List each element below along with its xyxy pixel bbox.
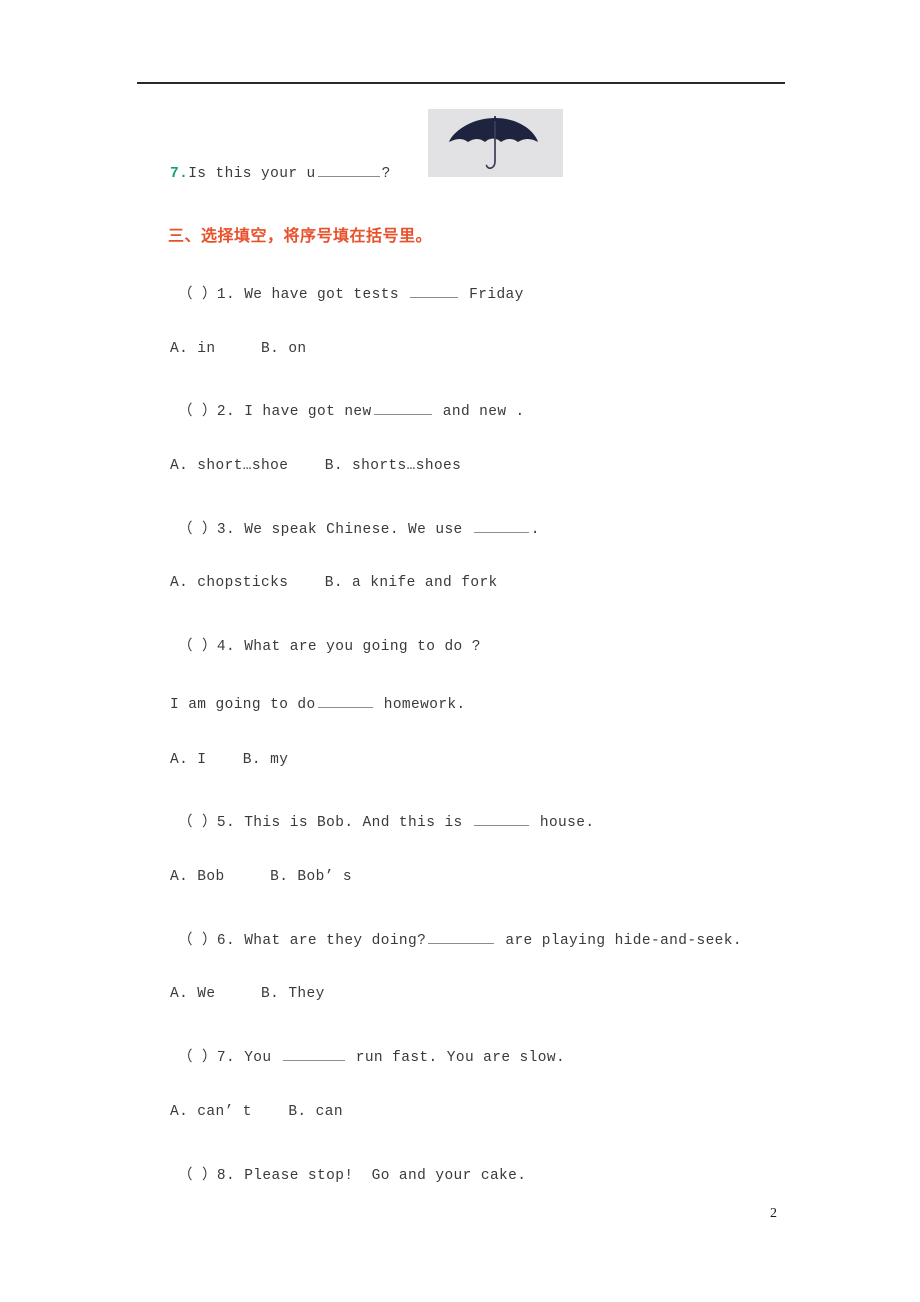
item-7-answer-blank[interactable] <box>317 162 380 177</box>
question-3-marker[interactable]: （ ）3. <box>178 522 235 538</box>
question-7-marker[interactable]: （ ）7. <box>178 1050 235 1066</box>
question-4-stem: （ ）4. What are you going to do ? <box>178 634 481 655</box>
question-5-stem: （ ）5. This is Bob. And this is house. <box>178 810 594 831</box>
question-1-marker[interactable]: （ ）1. <box>178 287 235 303</box>
question-4-answer-before: I am going to do <box>170 696 316 713</box>
question-6-text-after: are playing hide-and-seek. <box>496 933 742 949</box>
question-5-marker[interactable]: （ ）5. <box>178 815 235 831</box>
question-4-marker[interactable]: （ ）4. <box>178 639 235 655</box>
question-1-stem: （ ）1. We have got tests Friday <box>178 282 524 303</box>
question-8-stem: （ ）8. Please stop! Go and your cake. <box>178 1163 526 1184</box>
question-3-text-before: We speak Chinese. We use <box>235 522 472 538</box>
carryover-item-7: 7.Is this your u? <box>170 162 391 182</box>
question-1-text-after: Friday <box>460 287 524 303</box>
question-8-text-before: Please stop! Go and your cake. <box>235 1168 527 1184</box>
question-4-answer-after: homework. <box>374 696 466 713</box>
question-6-stem: （ ）6. What are they doing? are playing h… <box>178 928 742 949</box>
umbrella-picture <box>428 109 563 177</box>
question-7-text-after: run fast. You are slow. <box>346 1050 566 1066</box>
worksheet-page: 7.Is this your u? 三、选择填空，将序号填在括号里。 （ ）1.… <box>0 0 920 1302</box>
page-number: 2 <box>770 1206 777 1221</box>
question-3-stem: （ ）3. We speak Chinese. We use . <box>178 517 540 538</box>
question-7-options[interactable]: A. can’ t B. can <box>170 1104 343 1120</box>
question-4-options[interactable]: A. I B. my <box>170 752 288 768</box>
question-2-blank[interactable] <box>373 400 432 415</box>
question-6-marker[interactable]: （ ）6. <box>178 933 235 949</box>
question-8-marker[interactable]: （ ）8. <box>178 1168 235 1184</box>
item-7-text-after: ? <box>381 165 391 182</box>
question-2-marker[interactable]: （ ）2. <box>178 404 235 420</box>
question-7-text-before: You <box>235 1050 281 1066</box>
question-6-blank[interactable] <box>428 929 495 944</box>
question-4-answer-line: I am going to do homework. <box>170 693 466 713</box>
question-5-text-after: house. <box>530 815 595 831</box>
item-7-number: 7. <box>170 165 189 182</box>
question-3-text-after: . <box>530 522 540 538</box>
question-4-blank[interactable] <box>317 693 373 708</box>
question-7-stem: （ ）7. You run fast. You are slow. <box>178 1045 565 1066</box>
question-2-options[interactable]: A. short…shoe B. shorts…shoes <box>170 458 461 474</box>
section-heading-three: 三、选择填空，将序号填在括号里。 <box>168 226 433 245</box>
question-1-text-before: We have got tests <box>235 287 409 303</box>
header-divider-rule <box>137 82 785 84</box>
question-1-options[interactable]: A. in B. on <box>170 341 307 357</box>
question-5-blank[interactable] <box>473 811 529 826</box>
question-2-stem: （ ）2. I have got new and new . <box>178 399 525 420</box>
question-4-text-before: What are you going to do ? <box>235 639 481 655</box>
question-7-blank[interactable] <box>282 1046 345 1061</box>
question-1-blank[interactable] <box>410 283 459 298</box>
question-2-text-before: I have got new <box>235 404 372 420</box>
question-3-options[interactable]: A. chopsticks B. a knife and fork <box>170 575 498 591</box>
question-6-text-before: What are they doing? <box>235 933 427 949</box>
item-7-text-before: Is this your u <box>188 165 316 182</box>
question-5-text-before: This is Bob. And this is <box>235 815 472 831</box>
question-3-blank[interactable] <box>473 518 529 533</box>
question-2-text-after: and new . <box>433 404 525 420</box>
question-6-options[interactable]: A. We B. They <box>170 986 325 1002</box>
question-5-options[interactable]: A. Bob B. Bob’ s <box>170 869 352 885</box>
